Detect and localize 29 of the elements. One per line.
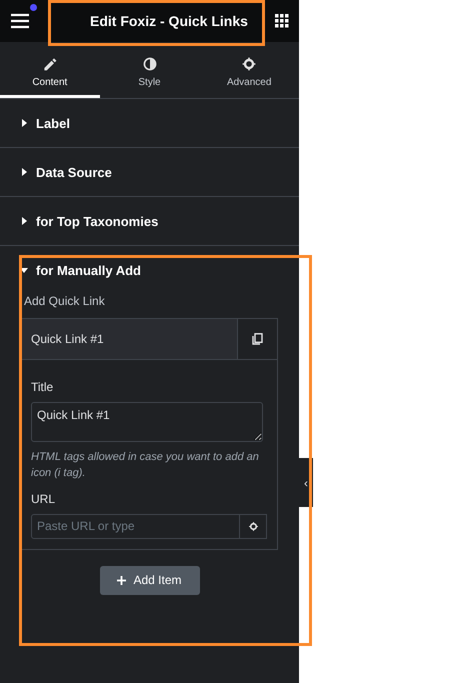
menu-icon[interactable] [10, 13, 30, 29]
caret-icon [20, 168, 28, 176]
section-header[interactable]: for Top Taxonomies [0, 197, 299, 246]
title-field[interactable]: Quick Link #1 [31, 402, 263, 442]
tab[interactable]: Style [100, 42, 200, 98]
settings-icon [248, 520, 259, 532]
tab[interactable]: Advanced [199, 42, 300, 98]
gear-icon [241, 56, 258, 72]
field-label: URL [31, 492, 56, 506]
help-text: HTML tags allowed in case you want to add an icon (i tag). [31, 450, 260, 481]
settings-button[interactable] [240, 514, 267, 539]
add-item-button[interactable]: Add Item [100, 566, 200, 595]
caret-icon [20, 266, 28, 274]
section-header[interactable]: Label [0, 99, 299, 148]
apps-grid-icon[interactable] [275, 14, 289, 28]
url-field[interactable]: Paste URL or type [31, 514, 240, 539]
section-header[interactable]: Data Source [0, 148, 299, 197]
tab[interactable]: Content [0, 42, 100, 98]
section-header[interactable]: for Manually Add [0, 246, 299, 294]
caret-icon [20, 217, 28, 225]
field-label: Add Quick Link [24, 294, 105, 308]
panel-title: Edit Foxiz - Quick Links [89, 13, 249, 29]
plus-icon [117, 576, 126, 585]
field-label: Title [31, 380, 54, 394]
pencil-icon [42, 56, 58, 72]
copy-icon [252, 333, 263, 345]
duplicate-button[interactable] [237, 319, 277, 359]
caret-icon [20, 119, 28, 127]
contrast-icon [142, 56, 158, 72]
